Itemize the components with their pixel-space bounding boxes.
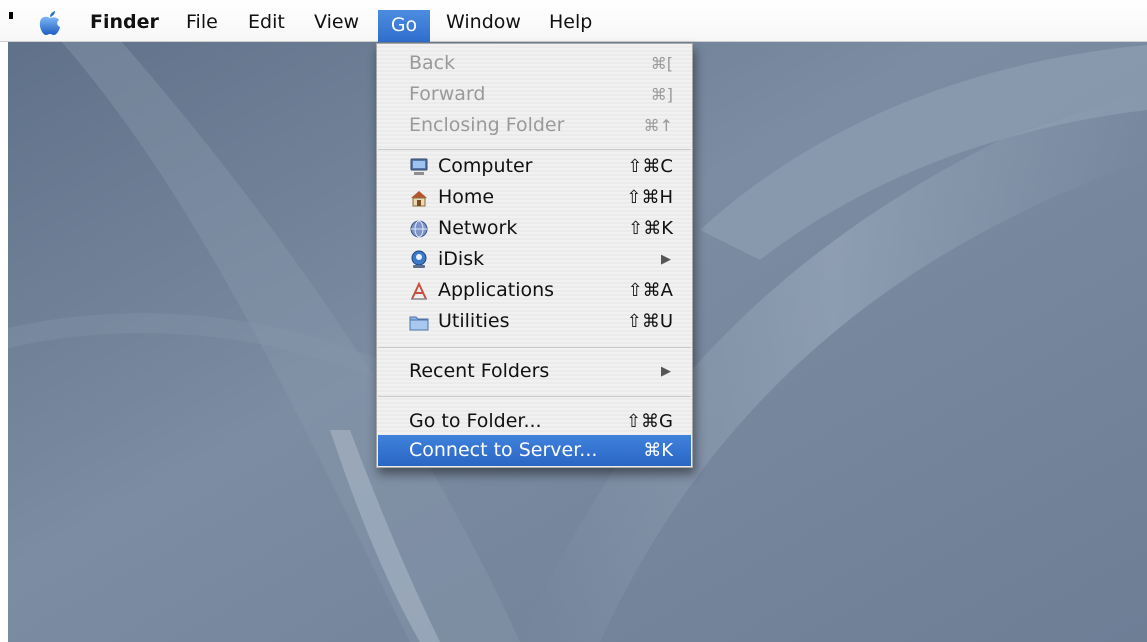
go-menu-dropdown: Back ⌘[ Forward ⌘] Enclosing Folder ⌘↑ C… <box>376 43 693 468</box>
menu-item-idisk[interactable]: iDisk ▶ <box>378 244 691 275</box>
shortcut-label: ⇧⌘H <box>626 187 673 208</box>
menu-item-label: Utilities <box>438 310 510 332</box>
corner-mark <box>9 12 13 19</box>
menu-item-label: Computer <box>438 155 533 177</box>
shortcut-label: ⌘K <box>643 440 673 461</box>
shortcut-label: ⇧⌘U <box>626 311 673 332</box>
shortcut-label: ⌘] <box>650 85 673 104</box>
shortcut-label: ⇧⌘C <box>627 156 673 177</box>
menu-go-label: Go <box>390 14 418 36</box>
menu-item-back[interactable]: Back ⌘[ <box>378 48 691 79</box>
menu-item-label: Connect to Server... <box>409 439 598 461</box>
shortcut-label: ⇧⌘A <box>627 280 673 301</box>
menu-help[interactable]: Help <box>549 10 592 34</box>
menu-item-network[interactable]: Network ⇧⌘K <box>378 213 691 244</box>
menu-item-label: iDisk <box>438 248 485 270</box>
menu-item-label: Applications <box>438 279 555 301</box>
menu-separator <box>378 396 691 397</box>
menu-item-utilities[interactable]: Utilities ⇧⌘U <box>378 306 691 337</box>
menu-item-recent-folders[interactable]: Recent Folders ▶ <box>378 356 691 387</box>
shortcut-label: ⌘↑ <box>643 116 673 135</box>
menu-bar: Finder File Edit View Go Window Help <box>0 0 1147 42</box>
menu-item-forward[interactable]: Forward ⌘] <box>378 79 691 110</box>
menu-item-label: Recent Folders <box>409 360 550 382</box>
screen-edge <box>0 0 8 642</box>
menu-go[interactable]: Go <box>378 10 430 42</box>
menu-item-applications[interactable]: Applications ⇧⌘A <box>378 275 691 306</box>
menu-separator <box>378 149 691 150</box>
mac-screen: Finder File Edit View Go Window Help Bac… <box>0 0 1147 642</box>
menu-item-label: Forward <box>409 83 486 105</box>
menu-item-computer[interactable]: Computer ⇧⌘C <box>378 151 691 182</box>
utilities-folder-icon <box>409 316 429 331</box>
menu-item-enclosing-folder[interactable]: Enclosing Folder ⌘↑ <box>378 110 691 141</box>
menu-item-label: Network <box>438 217 518 239</box>
idisk-icon <box>411 250 427 268</box>
shortcut-label: ⇧⌘G <box>625 411 673 432</box>
network-icon <box>410 220 428 238</box>
computer-icon <box>410 158 428 175</box>
shortcut-label: ⇧⌘K <box>628 218 673 239</box>
menu-edit[interactable]: Edit <box>248 10 285 34</box>
menu-item-go-to-folder[interactable]: Go to Folder... ⇧⌘G <box>378 406 691 437</box>
submenu-arrow-icon: ▶ <box>661 364 671 379</box>
menu-window[interactable]: Window <box>446 10 521 34</box>
menu-item-label: Back <box>409 52 456 74</box>
applications-icon <box>411 281 427 300</box>
menu-item-label: Home <box>438 186 495 208</box>
shortcut-label: ⌘[ <box>650 54 673 73</box>
menu-separator <box>378 347 691 348</box>
apple-icon[interactable] <box>38 11 62 37</box>
menu-file[interactable]: File <box>186 10 218 34</box>
menu-item-label: Enclosing Folder <box>409 114 565 136</box>
home-icon <box>411 191 427 207</box>
submenu-arrow-icon: ▶ <box>661 252 671 267</box>
menu-item-home[interactable]: Home ⇧⌘H <box>378 182 691 213</box>
menu-item-label: Go to Folder... <box>409 410 542 432</box>
menu-item-connect-to-server[interactable]: Connect to Server... ⌘K <box>378 435 691 466</box>
menu-view[interactable]: View <box>314 10 359 34</box>
menu-finder[interactable]: Finder <box>90 10 159 34</box>
